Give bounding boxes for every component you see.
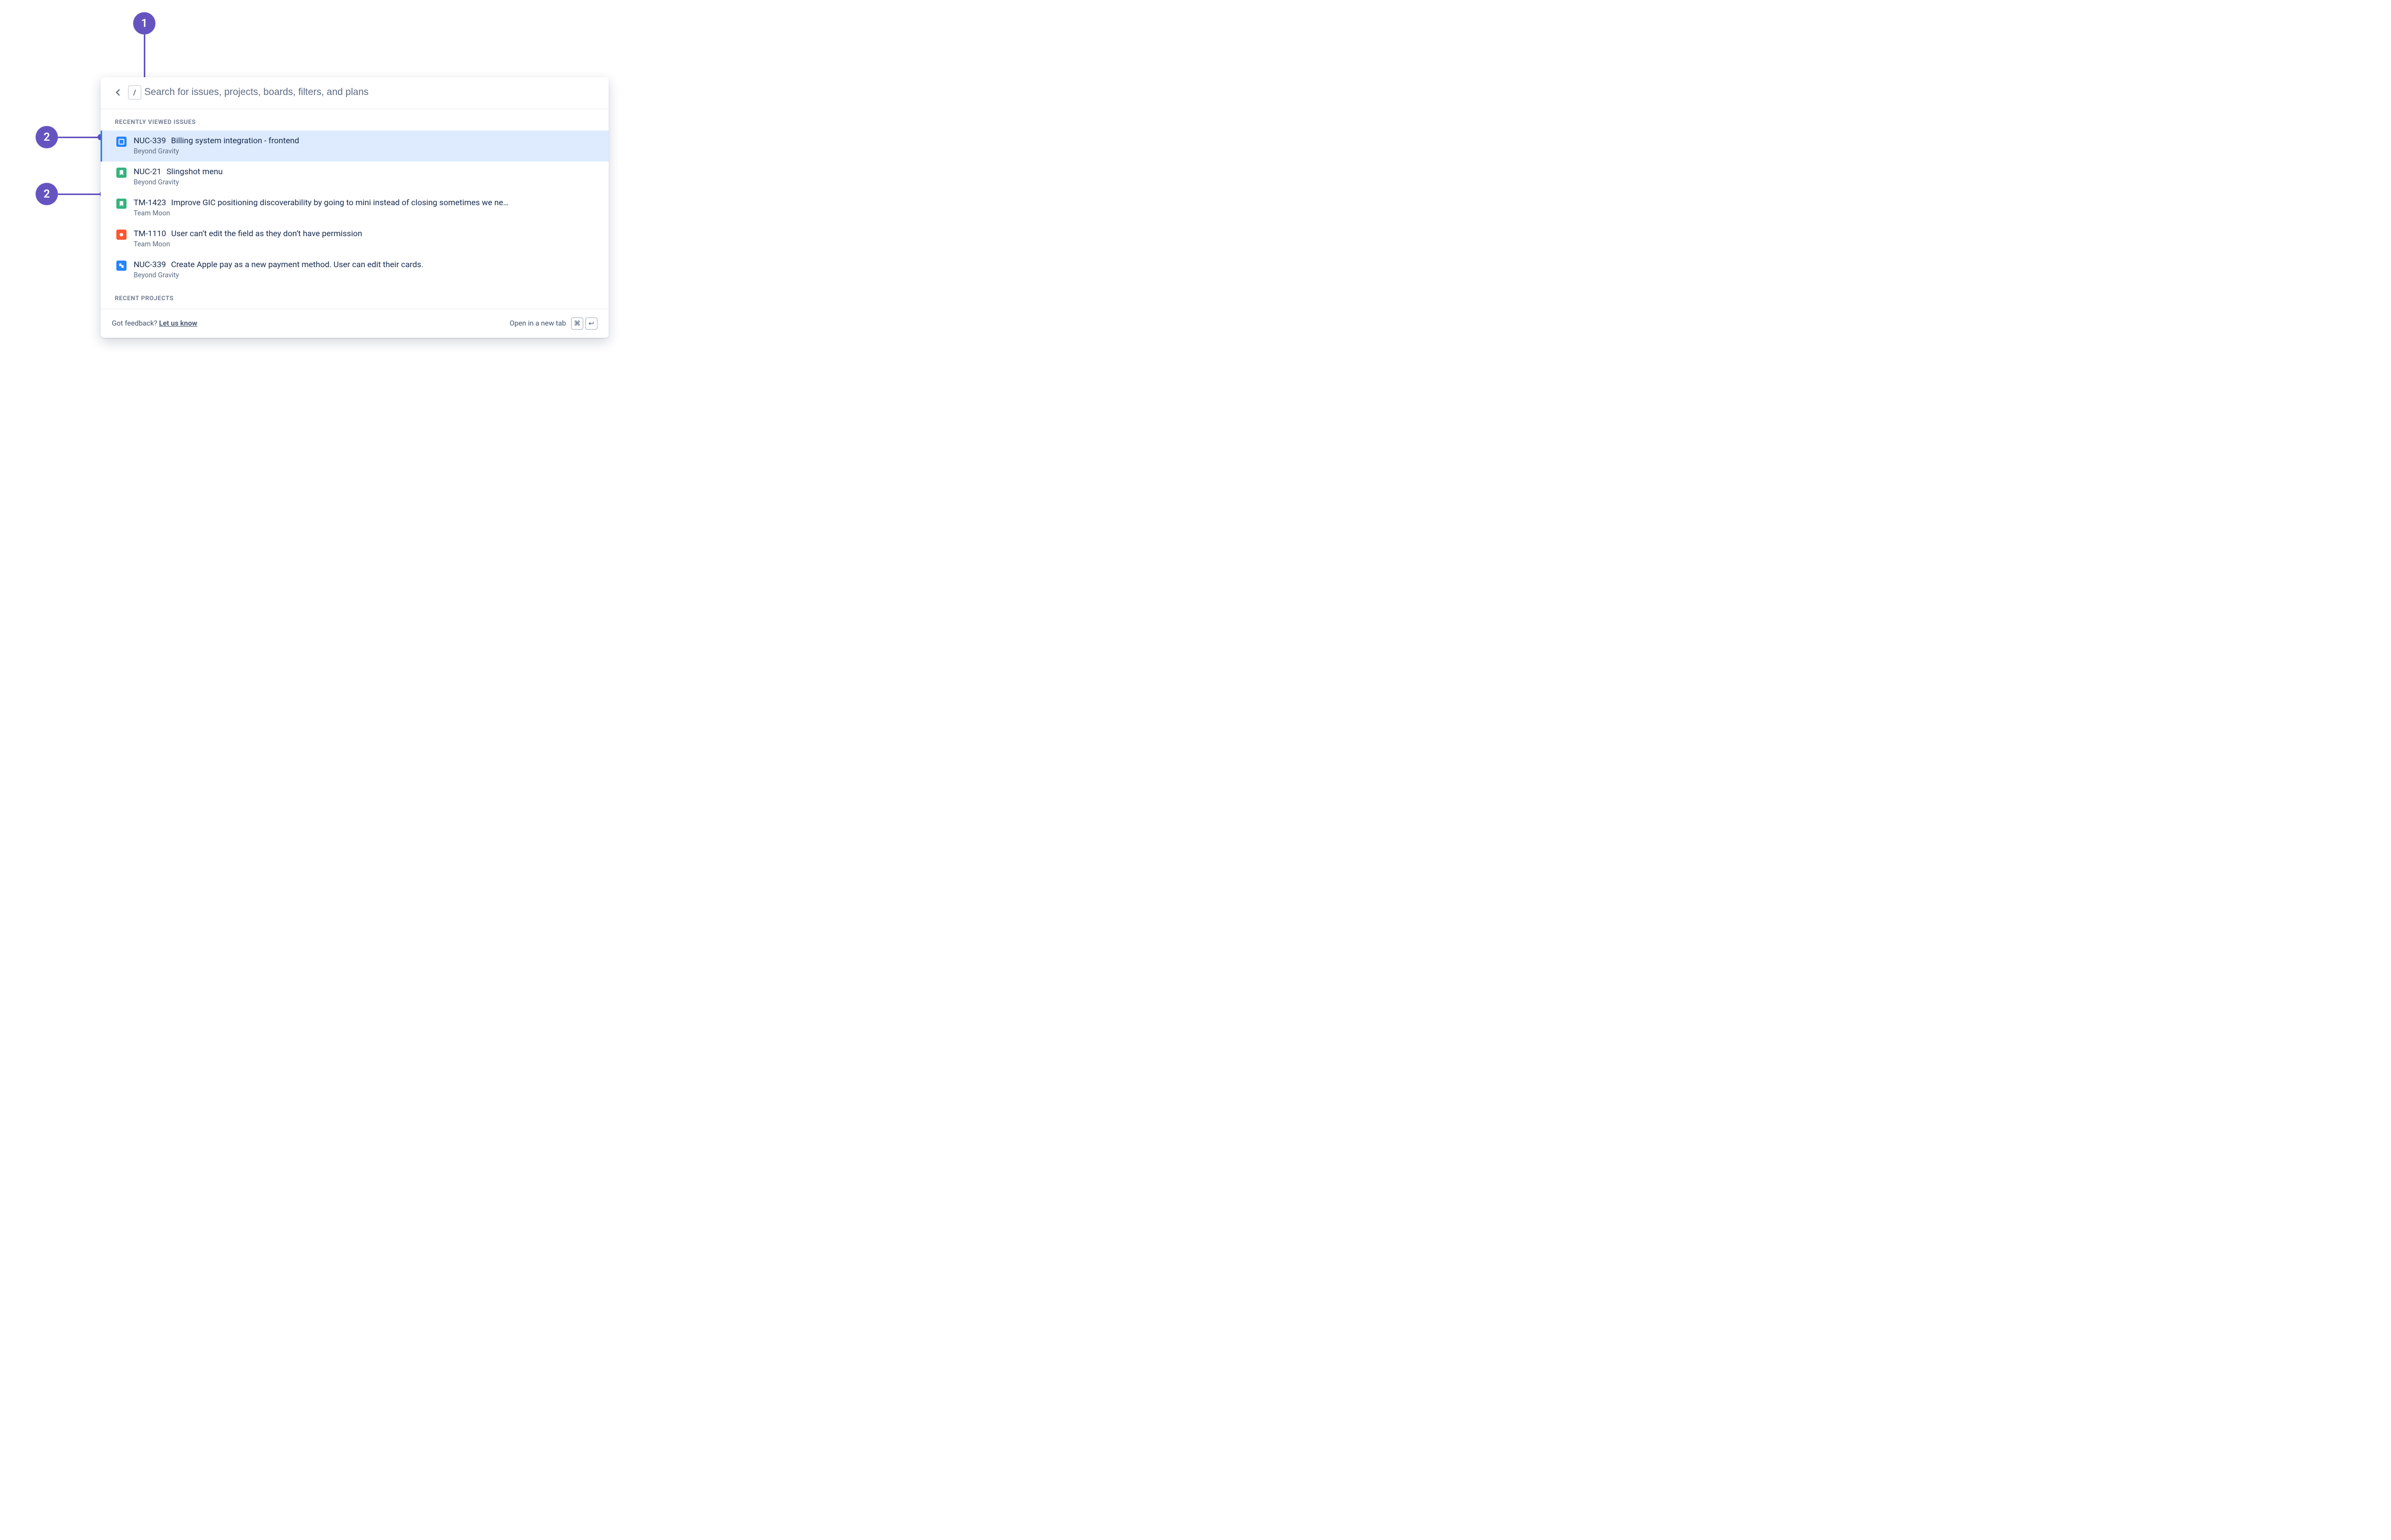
- task-issue-type-icon: [116, 137, 127, 147]
- key-combo: ⌘ ↩: [571, 317, 597, 330]
- search-panel: / RECENTLY VIEWED ISSUES NUC-339 Billing …: [101, 77, 609, 338]
- issue-project: Team Moon: [134, 240, 594, 248]
- story-issue-type-icon: [116, 199, 127, 209]
- recent-issues-header: RECENTLY VIEWED ISSUES: [101, 109, 609, 131]
- slash-shortcut-key: /: [128, 85, 141, 100]
- open-new-tab-label: Open in a new tab: [510, 319, 566, 328]
- search-header: /: [101, 77, 609, 109]
- annotation-line: [58, 137, 98, 138]
- issue-key: TM-1110: [134, 229, 166, 238]
- issue-summary: Billing system integration - frontend: [171, 136, 299, 145]
- annotation-3: 2: [36, 183, 106, 205]
- bug-issue-type-icon: [116, 230, 127, 240]
- issue-project: Beyond Gravity: [134, 271, 594, 279]
- open-new-tab-hint: Open in a new tab ⌘ ↩: [510, 317, 597, 330]
- issue-project: Team Moon: [134, 209, 594, 217]
- issue-summary: Slingshot menu: [167, 167, 223, 176]
- issue-key: TM-1423: [134, 198, 166, 207]
- issues-list: NUC-339 Billing system integration - fron…: [101, 131, 609, 285]
- story-issue-type-icon: [116, 168, 127, 178]
- issue-row[interactable]: TM-1110 User can’t edit the field as they…: [101, 223, 609, 254]
- back-button[interactable]: [113, 87, 123, 98]
- issue-summary: User can’t edit the field as they don’t …: [171, 229, 362, 238]
- feedback-link[interactable]: Let us know: [159, 319, 197, 328]
- issue-row[interactable]: NUC-339 Billing system integration - fron…: [101, 131, 609, 162]
- issue-summary: Improve GIC positioning discoverability …: [171, 198, 509, 207]
- issue-key: NUC-339: [134, 136, 166, 145]
- annotation-badge: 1: [133, 12, 155, 35]
- annotation-1: 1: [133, 12, 155, 86]
- issue-text: TM-1110 User can’t edit the field as they…: [134, 229, 594, 248]
- issue-project: Beyond Gravity: [134, 178, 594, 186]
- annotation-badge: 2: [36, 183, 58, 205]
- feedback-prompt: Got feedback? Let us know: [112, 319, 197, 328]
- recent-projects-header: RECENT PROJECTS: [101, 285, 609, 307]
- search-input[interactable]: [144, 87, 599, 98]
- enter-key: ↩: [585, 317, 597, 330]
- annotation-2: 2: [36, 126, 104, 148]
- issue-project: Beyond Gravity: [134, 147, 594, 155]
- issue-key: NUC-21: [134, 167, 162, 176]
- issue-text: NUC-339 Create Apple pay as a new payment…: [134, 260, 594, 279]
- cmd-key: ⌘: [571, 317, 583, 330]
- issue-text: NUC-339 Billing system integration - fron…: [134, 136, 594, 155]
- epic-issue-type-icon: [116, 261, 127, 271]
- issue-text: TM-1423 Improve GIC positioning discovera…: [134, 198, 594, 217]
- issue-row[interactable]: NUC-339 Create Apple pay as a new payment…: [101, 254, 609, 285]
- annotation-line: [58, 194, 100, 195]
- annotation-line: [144, 35, 145, 80]
- issue-text: NUC-21 Slingshot menu Beyond Gravity: [134, 167, 594, 186]
- chevron-left-icon: [115, 89, 121, 96]
- issue-row[interactable]: NUC-21 Slingshot menu Beyond Gravity: [101, 162, 609, 192]
- annotation-badge: 2: [36, 126, 58, 148]
- feedback-question: Got feedback?: [112, 319, 159, 328]
- panel-footer: Got feedback? Let us know Open in a new …: [101, 309, 609, 338]
- issue-summary: Create Apple pay as a new payment method…: [171, 260, 424, 269]
- issue-row[interactable]: TM-1423 Improve GIC positioning discovera…: [101, 192, 609, 223]
- issue-key: NUC-339: [134, 260, 166, 269]
